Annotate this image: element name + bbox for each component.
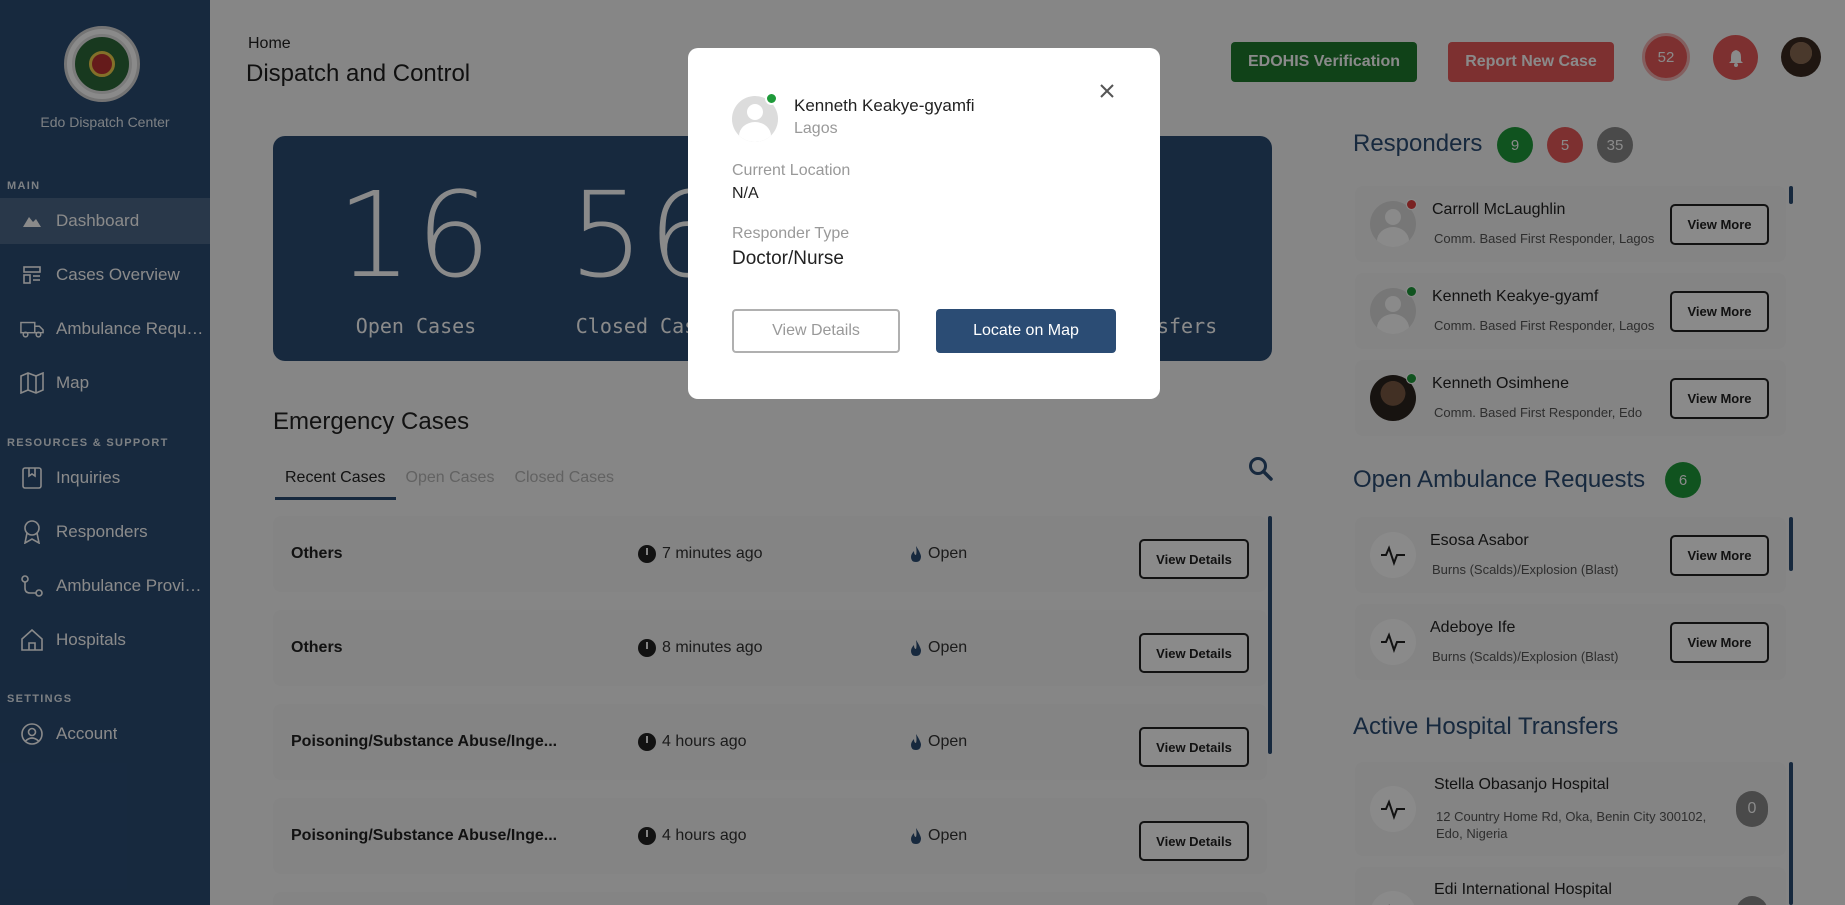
close-icon[interactable] — [1094, 78, 1120, 104]
responder-type-value: Doctor/Nurse — [732, 248, 844, 269]
current-location-label: Current Location — [732, 162, 851, 179]
responder-detail-modal: Kenneth Keakye-gyamfi Lagos Current Loca… — [688, 48, 1160, 399]
view-details-button[interactable]: View Details — [732, 309, 900, 353]
responder-type-label: Responder Type — [732, 225, 850, 242]
modal-responder-name: Kenneth Keakye-gyamfi — [794, 96, 975, 115]
locate-on-map-button[interactable]: Locate on Map — [936, 309, 1116, 353]
status-dot — [765, 92, 778, 105]
current-location-value: N/A — [732, 185, 759, 202]
modal-responder-city: Lagos — [794, 120, 838, 137]
